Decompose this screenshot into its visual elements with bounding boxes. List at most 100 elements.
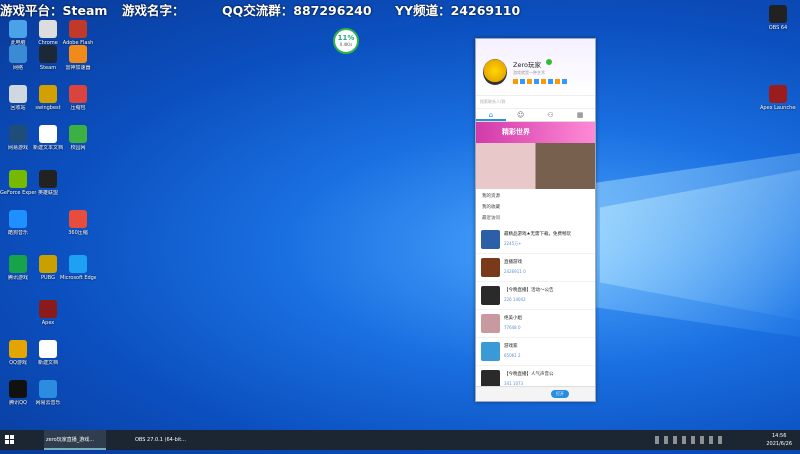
doc-icon	[39, 340, 57, 358]
badge-row[interactable]	[513, 79, 567, 84]
desktop-icon[interactable]: 360压缩	[60, 210, 96, 236]
desktop-icon-label: 新建文档	[37, 360, 58, 366]
list-item-meta: 77648 0	[504, 325, 521, 330]
list-item-thumbnail	[481, 342, 500, 361]
taskbar-item-obs[interactable]: OBS 27.0.1 (64-bit...	[133, 430, 195, 450]
system-tray[interactable]	[655, 436, 725, 444]
promo-photos[interactable]	[476, 143, 595, 189]
group-recent[interactable]: 最近访问	[476, 213, 595, 224]
desktop-icon[interactable]: 校园网	[60, 125, 96, 151]
desktop-icon-label: 网易云音乐	[35, 400, 61, 406]
list-item-meta: 226 14042	[504, 297, 526, 302]
avatar[interactable]	[483, 59, 507, 85]
ie-icon	[69, 125, 87, 143]
desktop-icon-label: 校园网	[70, 145, 86, 151]
qq-tabs: ⌂ ☺ ⚇ ▦	[476, 109, 595, 122]
apex-launcher-icon	[769, 85, 787, 103]
desktop-icon-label: 压缩包	[70, 105, 86, 111]
group-list: 我的资源 我的收藏 最近访问	[476, 189, 595, 226]
perf-widget[interactable]: 11% 0.4K/s	[333, 28, 359, 54]
computer-icon	[9, 20, 27, 38]
list-item[interactable]: 直播游戏 2426911 0	[476, 254, 595, 282]
desktop-icon[interactable]: PUBG	[30, 255, 66, 281]
group-favorites[interactable]: 我的收藏	[476, 202, 595, 213]
desktop-icon[interactable]: OBS 64	[760, 5, 796, 31]
list-item-thumbnail	[481, 258, 500, 277]
platform-text: 游戏平台：Steam	[0, 3, 108, 18]
tab-apps-icon[interactable]: ▦	[565, 109, 595, 121]
text-file-icon	[39, 125, 57, 143]
list-item-title: 游戏家	[504, 344, 518, 349]
pubg-icon	[39, 255, 57, 273]
promo-banner[interactable]: 精彩世界	[476, 122, 595, 143]
network-icon	[9, 45, 27, 63]
desktop-icon[interactable]: 雷神加速器	[60, 45, 96, 71]
list-item-thumbnail	[481, 314, 500, 333]
search-input[interactable]: 搜索联系人/群	[476, 95, 595, 109]
list-item-thumbnail	[481, 230, 500, 249]
clock[interactable]: 14:56 2021/6/26	[766, 432, 792, 448]
profile-name: Zero玩家	[513, 61, 541, 69]
chrome-icon	[39, 20, 57, 38]
flash-icon	[69, 20, 87, 38]
desktop-icon[interactable]: 压缩包	[60, 85, 96, 111]
desktop-icon[interactable]: 酷狗音乐	[0, 210, 36, 236]
list-item-title: 最精品游戏★无需下载，免费畅玩	[504, 232, 572, 237]
list-item-meta: 2245万+	[504, 241, 522, 246]
yy-channel-text: YY频道：24269110	[395, 3, 521, 18]
group-resources[interactable]: 我的资源	[476, 191, 595, 202]
game-icon	[39, 85, 57, 103]
qq-group-text: QQ交流群：887296240	[222, 3, 372, 18]
list-item-title: 绝美小姐	[504, 316, 522, 321]
desktop-icon[interactable]: 英雄联盟	[30, 170, 66, 196]
music-icon	[9, 210, 27, 228]
clock-time: 14:56	[771, 433, 787, 439]
desktop-icon-label: OBS 64	[768, 25, 788, 31]
desktop-icon-label: Apex	[41, 320, 55, 326]
list-item[interactable]: 游戏家 65061 2	[476, 338, 595, 366]
perf-percent: 11%	[337, 34, 355, 42]
desktop-icon-label: PUBG	[41, 275, 55, 281]
taskbar-item-browser[interactable]: zero玩家直播_游戏...	[44, 430, 106, 450]
tab-home-icon[interactable]: ⌂	[476, 109, 506, 121]
tab-groups-icon[interactable]: ⚇	[536, 109, 566, 121]
qq-game-icon	[9, 340, 27, 358]
desktop-icon[interactable]: 新建文档	[30, 340, 66, 366]
qq-profile-header: Zero玩家 游戏就是一种艺术	[476, 39, 595, 95]
netease-icon	[39, 380, 57, 398]
list-item-title: 直播游戏	[504, 260, 522, 265]
profile-signature[interactable]: 游戏就是一种艺术	[513, 70, 545, 76]
perf-speed: 0.4K/s	[339, 42, 353, 47]
nvidia-icon	[9, 170, 27, 188]
list-item-meta: 65061 2	[504, 353, 521, 358]
game-name-text: 游戏名字：	[122, 3, 185, 18]
list-item[interactable]: 【今晚直播】活动～公告 226 14042	[476, 282, 595, 310]
open-button[interactable]: 打开	[551, 390, 569, 398]
recycle-bin-icon	[9, 85, 27, 103]
desktop-icon[interactable]: 网易云音乐	[30, 380, 66, 406]
desktop-icon-label: 360压缩	[68, 230, 88, 236]
launcher-icon	[9, 125, 27, 143]
steam-icon	[39, 45, 57, 63]
lol-icon	[39, 170, 57, 188]
qq-icon	[9, 380, 27, 398]
list-item-title: 【今晚直播】人气声音公	[504, 372, 554, 377]
list-item[interactable]: 最精品游戏★无需下载，免费畅玩 2245万+	[476, 226, 595, 254]
list-item-title: 【今晚直播】活动～公告	[504, 288, 554, 293]
qq-panel-window[interactable]: Zero玩家 游戏就是一种艺术 搜索联系人/群 ⌂ ☺ ⚇ ▦ 精彩世界 我的资…	[475, 38, 596, 402]
apex-icon	[39, 300, 57, 318]
qq-bottom-bar: 打开	[476, 386, 595, 401]
tencent-icon	[9, 255, 27, 273]
tab-contacts-icon[interactable]: ☺	[506, 109, 536, 121]
desktop-icon[interactable]: Adobe Flash	[60, 20, 96, 46]
start-button[interactable]	[0, 430, 20, 450]
recent-list: 最精品游戏★无需下载，免费畅玩 2245万+ 直播游戏 2426911 0 【今晚直播】…	[476, 226, 595, 394]
desktop-icon-label: 英雄联盟	[37, 190, 58, 196]
windows-icon	[5, 435, 14, 444]
desktop-icon[interactable]: Apex Launcher	[760, 85, 796, 111]
desktop-icon[interactable]: Apex	[30, 300, 66, 326]
list-item-meta: 2426911 0	[504, 269, 526, 274]
list-item[interactable]: 绝美小姐 77648 0	[476, 310, 595, 338]
promo-title: 精彩世界	[502, 128, 530, 136]
desktop-icon-label: Apex Launcher	[760, 105, 796, 111]
